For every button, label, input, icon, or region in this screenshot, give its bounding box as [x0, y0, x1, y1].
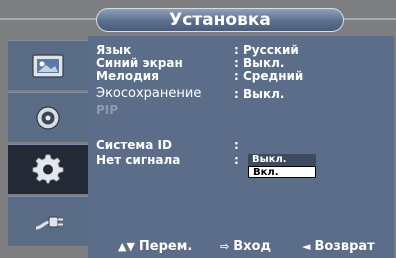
up-down-arrow-icon: ▲▼	[118, 240, 135, 253]
sound-icon	[36, 106, 60, 130]
menu-title: Установка	[96, 8, 344, 32]
dropdown-option-on[interactable]: Вкл.	[248, 166, 316, 178]
menu-item-pip: PIP	[96, 103, 119, 117]
picture-icon	[32, 54, 64, 78]
menu-item-melody[interactable]: Мелодия	[96, 70, 159, 83]
sidebar-item-picture[interactable]	[8, 40, 88, 90]
no-signal-dropdown[interactable]: Выкл. Вкл.	[248, 154, 316, 178]
tv-osd-screen: Установка Язык: Русский Синий экран: В…	[0, 0, 396, 258]
footer-enter: ⇨ Вход	[220, 239, 271, 254]
sidebar-item-input[interactable]	[8, 196, 88, 246]
back-arrow-icon: ◄	[302, 240, 311, 253]
footer-help-bar: ▲▼ Перем. ⇨ Вход ◄ Возврат	[88, 236, 394, 258]
sidebar-item-setup[interactable]	[8, 144, 88, 194]
menu-value-system-id: :	[234, 138, 239, 152]
dropdown-option-off[interactable]: Выкл.	[248, 154, 316, 166]
menu-item-system-id[interactable]: Система ID	[96, 139, 172, 152]
settings-panel: Язык : Русский Синий экран : Выкл. Мелод…	[88, 36, 394, 240]
menu-value-no-signal: :	[234, 153, 239, 167]
footer-move: ▲▼ Перем.	[118, 239, 192, 254]
enter-icon: ⇨	[220, 240, 230, 253]
footer-back: ◄ Возврат	[302, 239, 375, 254]
menu-item-no-signal[interactable]: Нет сигнала	[96, 154, 180, 167]
title-bar: Установка	[0, 0, 396, 36]
sidebar-item-sound[interactable]	[8, 92, 88, 142]
menu-value-energy-saving: : Выкл.	[234, 87, 285, 101]
menu-value-melody: : Средний	[234, 69, 304, 83]
setup-gear-icon	[32, 154, 64, 184]
input-plug-icon	[35, 216, 63, 230]
menu-item-energy-saving[interactable]: Экосохранение	[96, 87, 201, 100]
footer-back-label: Возврат	[314, 239, 375, 254]
footer-enter-label: Вход	[233, 239, 271, 254]
sidebar	[8, 40, 88, 252]
footer-move-label: Перем.	[138, 239, 193, 254]
